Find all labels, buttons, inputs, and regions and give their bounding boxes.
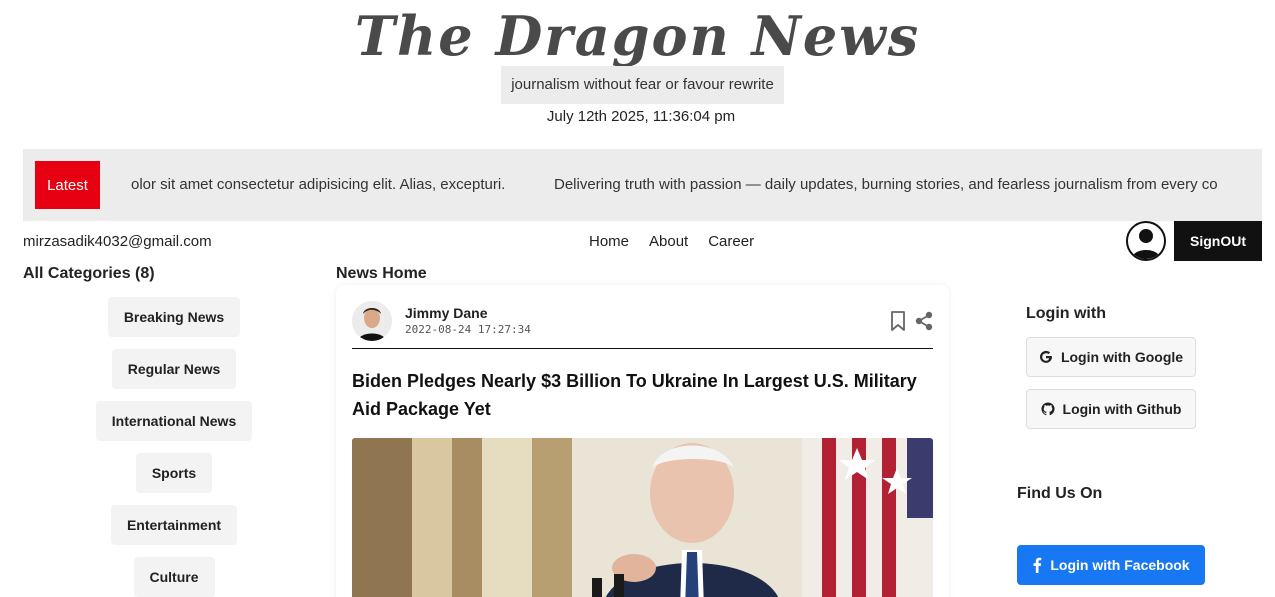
category-label[interactable]: Sports	[135, 453, 213, 493]
signout-button[interactable]: SignOUt	[1174, 221, 1262, 261]
latest-ticker: Latest olor sit amet consectetur adipisi…	[23, 149, 1262, 221]
login-github-button[interactable]: Login with Github	[1026, 389, 1196, 429]
category-label[interactable]: Entertainment	[110, 505, 238, 545]
ticker-item: Delivering truth with passion — daily up…	[554, 176, 1218, 193]
latest-badge-button[interactable]: Latest	[35, 161, 100, 209]
facebook-icon	[1033, 557, 1042, 573]
category-item[interactable]: Culture	[23, 557, 325, 597]
find-us-title: Find Us On	[1017, 485, 1103, 502]
login-google-label: Login with Google	[1060, 349, 1184, 365]
site-logo[interactable]: The Dragon News	[0, 4, 1275, 68]
login-google-button[interactable]: Login with Google	[1026, 337, 1196, 377]
login-facebook-label: Login with Facebook	[1050, 557, 1190, 573]
ticker-item: olor sit amet consectetur adipisicing el…	[131, 176, 506, 193]
category-label[interactable]: Culture	[133, 557, 215, 597]
category-item[interactable]: Breaking News	[23, 297, 325, 337]
current-datetime: July 12th 2025, 11:36:04 pm	[546, 108, 736, 125]
article-headline[interactable]: Biden Pledges Nearly $3 Billion To Ukrai…	[352, 367, 933, 423]
category-item[interactable]: Regular News	[23, 349, 325, 389]
category-item[interactable]: International News	[23, 401, 325, 441]
login-github-label: Login with Github	[1062, 401, 1182, 417]
categories-title: All Categories (8)	[23, 265, 155, 282]
category-label[interactable]: International News	[95, 401, 253, 441]
article-image[interactable]	[352, 438, 933, 597]
news-card: Jimmy Dane 2022-08-24 17:27:34 Biden Ple…	[336, 285, 949, 597]
nav-link-career[interactable]: Career	[708, 232, 754, 252]
author-avatar	[352, 301, 392, 341]
ticker-marquee: olor sit amet consectetur adipisicing el…	[131, 149, 1262, 221]
google-icon	[1039, 350, 1052, 363]
share-icon[interactable]	[915, 311, 933, 331]
publish-date: 2022-08-24 17:27:34	[405, 323, 531, 336]
category-item[interactable]: Sports	[23, 453, 325, 493]
user-email: mirzasadik4032@gmail.com	[23, 233, 212, 250]
nav-link-home[interactable]: Home	[589, 232, 629, 252]
category-item[interactable]: Entertainment	[23, 505, 325, 545]
nav-link-about[interactable]: About	[649, 232, 688, 252]
category-label[interactable]: Regular News	[111, 349, 237, 389]
category-label[interactable]: Breaking News	[107, 297, 241, 337]
login-with-title: Login with	[1026, 305, 1106, 322]
site-tagline: journalism without fear or favour rewrit…	[501, 66, 784, 104]
card-divider	[352, 348, 933, 349]
login-facebook-button[interactable]: Login with Facebook	[1017, 545, 1205, 585]
author-name: Jimmy Dane	[405, 305, 488, 321]
section-title: News Home	[336, 265, 427, 282]
main-nav: Home About Career	[589, 232, 774, 252]
github-icon	[1040, 402, 1055, 416]
user-avatar-icon[interactable]	[1126, 221, 1166, 261]
bookmark-icon[interactable]	[890, 311, 906, 331]
